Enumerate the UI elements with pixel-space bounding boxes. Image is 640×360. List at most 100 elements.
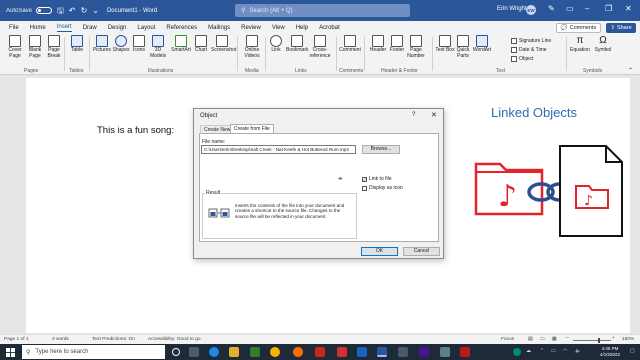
- word-count[interactable]: 3 words: [52, 337, 69, 342]
- zoom-in-icon[interactable]: +: [612, 336, 615, 341]
- comment-button[interactable]: Comment: [339, 35, 361, 54]
- windows-start-icon[interactable]: [6, 348, 15, 357]
- cancel-button[interactable]: Cancel: [403, 247, 440, 256]
- pi-icon: π: [576, 35, 584, 46]
- tab-acrobat[interactable]: Acrobat: [319, 24, 340, 32]
- volume-icon[interactable]: 🔈: [575, 348, 581, 354]
- object-button[interactable]: Object: [511, 56, 533, 62]
- tab-draw[interactable]: Draw: [83, 24, 97, 32]
- tab-help[interactable]: Help: [296, 24, 308, 32]
- outlook-icon[interactable]: [357, 347, 367, 357]
- focus-button[interactable]: Focus: [501, 337, 514, 342]
- snipping-tool-icon[interactable]: [419, 347, 429, 357]
- chevron-up-icon[interactable]: ⌃: [540, 348, 544, 354]
- signature-line-button[interactable]: Signature Line: [511, 38, 551, 44]
- collapse-ribbon-icon[interactable]: ⌃: [628, 67, 633, 74]
- settings-app-icon[interactable]: [440, 347, 450, 357]
- screenshot-button[interactable]: Screenshot: [211, 35, 236, 54]
- comments-button[interactable]: 💬 Comments: [556, 23, 601, 33]
- powerpoint-icon[interactable]: [315, 347, 325, 357]
- read-mode-icon[interactable]: ▤: [528, 337, 533, 342]
- cross-reference-button[interactable]: Cross-reference: [309, 35, 331, 59]
- smartart-button[interactable]: SmartArt: [170, 35, 192, 54]
- save-icon[interactable]: 🖫: [57, 6, 64, 15]
- help-button[interactable]: ?: [412, 112, 415, 118]
- tab-references[interactable]: References: [166, 24, 197, 32]
- page-count[interactable]: Page 1 of 1: [4, 337, 29, 342]
- checkmark-icon: ✓: [362, 176, 367, 182]
- file-explorer-icon[interactable]: [229, 347, 239, 357]
- print-layout-icon[interactable]: ▭: [540, 337, 545, 342]
- edge-icon[interactable]: [209, 347, 219, 357]
- wordart-button[interactable]: WordArt: [471, 35, 493, 54]
- body-text: This is a fun song:: [97, 125, 175, 136]
- page-break-icon: [48, 35, 60, 47]
- zoom-slider[interactable]: [573, 340, 611, 341]
- minimize-icon[interactable]: –: [585, 4, 589, 13]
- tab-home[interactable]: Home: [30, 24, 46, 32]
- tab-view[interactable]: View: [272, 24, 285, 32]
- table-button[interactable]: Table: [66, 35, 88, 54]
- browse-button[interactable]: Browse...: [362, 145, 400, 154]
- page-number-icon: [410, 35, 422, 47]
- undo-icon[interactable]: ↶: [69, 6, 76, 15]
- svg-text:♪: ♪: [584, 193, 593, 209]
- zoom-slider-thumb[interactable]: [598, 338, 600, 343]
- taskbar-search[interactable]: ⚲ Type here to search: [22, 345, 165, 359]
- cortana-icon[interactable]: [172, 348, 180, 356]
- tab-insert[interactable]: Insert: [56, 23, 72, 32]
- avatar[interactable]: EW: [526, 5, 536, 15]
- file-name-field[interactable]: C:\Users\erin\Desktop\Salt Creek - Nat K…: [201, 145, 356, 154]
- accessibility-status[interactable]: Accessibility: Good to go: [148, 337, 201, 342]
- pen-icon[interactable]: ✎: [548, 4, 555, 13]
- cover-page-button[interactable]: Cover Page: [4, 35, 26, 59]
- app-tray-icon[interactable]: [513, 348, 521, 356]
- page-number-button[interactable]: Page Number: [405, 35, 427, 59]
- search-box[interactable]: ⚲ Search (Alt + Q): [235, 4, 410, 17]
- web-layout-icon[interactable]: ▦: [552, 337, 557, 342]
- display-as-icon-checkbox[interactable]: Display as icon: [362, 185, 403, 191]
- tab-mailings[interactable]: Mailings: [208, 24, 230, 32]
- taskbar-clock[interactable]: 4:46 PM 4/10/2022: [600, 346, 620, 357]
- weather-icon[interactable]: ☁: [526, 348, 531, 354]
- autosave-toggle[interactable]: [36, 7, 53, 14]
- 3d-models-button[interactable]: 3D Models: [147, 35, 169, 59]
- word-icon[interactable]: [377, 347, 387, 357]
- maximize-icon[interactable]: ❐: [605, 4, 612, 13]
- ok-button[interactable]: OK: [361, 247, 398, 256]
- online-videos-button[interactable]: Online Videos: [241, 35, 263, 59]
- equation-button[interactable]: π Equation: [569, 35, 591, 54]
- share-button[interactable]: ⇪ Share: [606, 23, 636, 33]
- tab-design[interactable]: Design: [108, 24, 127, 32]
- date-time-button[interactable]: Date & Time: [511, 47, 547, 53]
- tab-file[interactable]: File: [9, 24, 19, 32]
- zoom-level[interactable]: 180%: [622, 337, 634, 342]
- ribbon-display-icon[interactable]: ▭: [566, 4, 574, 13]
- media-app-icon[interactable]: [460, 347, 470, 357]
- link-to-file-checkbox[interactable]: ✓ Link to file: [362, 176, 392, 182]
- tab-review[interactable]: Review: [241, 24, 261, 32]
- redo-icon[interactable]: ↻: [81, 6, 88, 15]
- acrobat-icon[interactable]: [337, 347, 347, 357]
- text-predictions-status[interactable]: Text Predictions: On: [92, 337, 135, 342]
- chrome-icon[interactable]: [270, 347, 280, 357]
- battery-icon[interactable]: ▭: [551, 348, 556, 354]
- wifi-icon[interactable]: ◠: [563, 348, 567, 354]
- close-icon[interactable]: ✕: [625, 4, 632, 13]
- firefox-icon[interactable]: [293, 347, 303, 357]
- link-button[interactable]: Link: [265, 35, 287, 54]
- 3d-cube-icon: [152, 35, 164, 47]
- symbol-button[interactable]: Ω Symbol: [592, 35, 614, 54]
- page-break-button[interactable]: Page Break: [43, 35, 65, 59]
- group-separator: [336, 37, 337, 71]
- tab-layout[interactable]: Layout: [137, 24, 155, 32]
- calculator-icon[interactable]: [398, 347, 408, 357]
- task-view-icon[interactable]: [189, 347, 199, 357]
- bookmark-button[interactable]: Bookmark: [286, 35, 309, 54]
- close-dialog-button[interactable]: ✕: [431, 111, 437, 119]
- chart-button[interactable]: Chart: [190, 35, 212, 54]
- zoom-out-icon[interactable]: –: [566, 336, 569, 341]
- excel-icon[interactable]: [250, 347, 260, 357]
- customize-toolbar-icon[interactable]: ⌄: [92, 6, 99, 15]
- notifications-icon[interactable]: ▢: [630, 348, 635, 354]
